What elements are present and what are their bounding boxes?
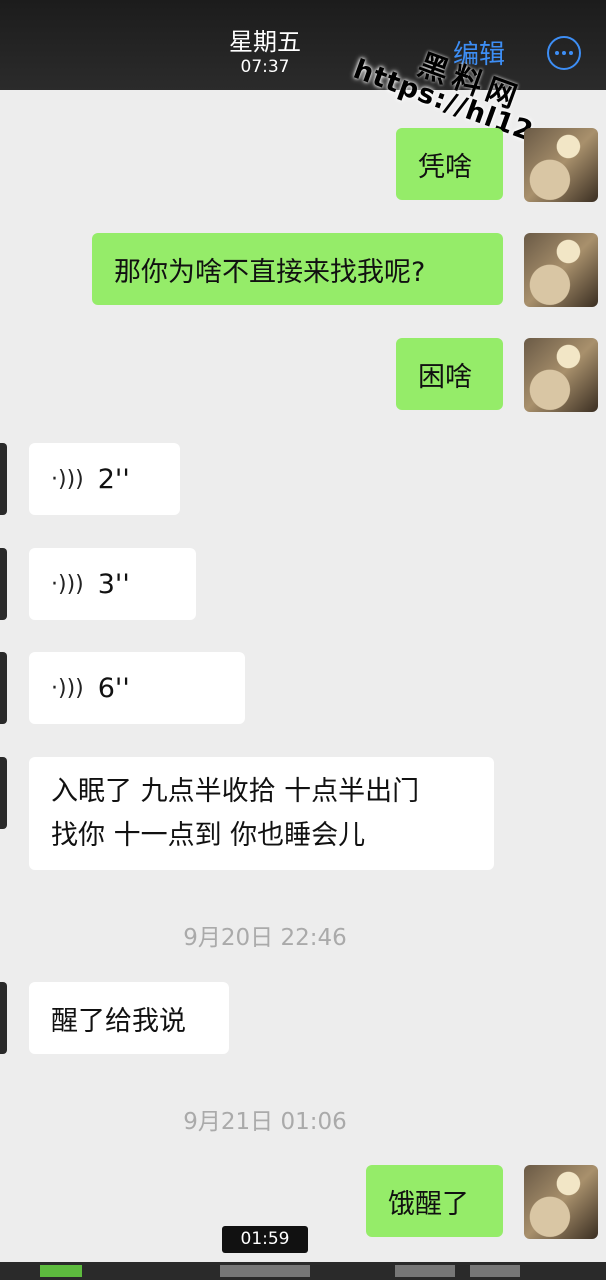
peer-avatar[interactable] bbox=[0, 652, 7, 724]
video-scrubber[interactable] bbox=[0, 1262, 606, 1280]
peer-avatar[interactable] bbox=[0, 443, 7, 515]
avatar[interactable] bbox=[524, 233, 598, 307]
message-text: 醒了给我说 bbox=[51, 1005, 186, 1037]
voice-duration: 6'' bbox=[97, 672, 130, 704]
voice-wave-icon: ·))) bbox=[51, 571, 84, 597]
message-text: 那你为啥不直接来找我呢? bbox=[114, 256, 426, 288]
outgoing-message[interactable]: 凭啥 bbox=[396, 128, 503, 200]
more-circle-icon[interactable] bbox=[547, 36, 581, 70]
timestamp-divider: 9月21日 01:06 bbox=[183, 1109, 347, 1135]
incoming-message[interactable]: 醒了给我说 bbox=[29, 982, 229, 1054]
message-text: 困啥 bbox=[418, 361, 472, 393]
outgoing-message[interactable]: 那你为啥不直接来找我呢? bbox=[92, 233, 503, 305]
peer-avatar[interactable] bbox=[0, 757, 7, 829]
voice-duration: 3'' bbox=[97, 568, 130, 600]
voice-message[interactable]: ·))) 6'' bbox=[29, 652, 245, 724]
video-timestamp: 01:59 bbox=[222, 1226, 308, 1253]
avatar[interactable] bbox=[524, 1165, 598, 1239]
voice-wave-icon: ·))) bbox=[51, 466, 84, 492]
message-line: 找你 十一点到 你也睡会儿 bbox=[51, 819, 366, 851]
avatar[interactable] bbox=[524, 128, 598, 202]
message-text: 饿醒了 bbox=[388, 1188, 469, 1220]
avatar[interactable] bbox=[524, 338, 598, 412]
incoming-message[interactable]: 入眠了 九点半收拾 十点半出门 找你 十一点到 你也睡会儿 bbox=[29, 757, 494, 870]
message-text: 凭啥 bbox=[418, 151, 472, 183]
peer-avatar[interactable] bbox=[0, 548, 7, 620]
voice-duration: 2'' bbox=[97, 463, 130, 495]
voice-wave-icon: ·))) bbox=[51, 675, 84, 701]
voice-message[interactable]: ·))) 3'' bbox=[29, 548, 196, 620]
peer-avatar[interactable] bbox=[0, 982, 7, 1054]
outgoing-message[interactable]: 饿醒了 bbox=[366, 1165, 503, 1237]
voice-message[interactable]: ·))) 2'' bbox=[29, 443, 180, 515]
outgoing-message[interactable]: 困啥 bbox=[396, 338, 503, 410]
message-line: 入眠了 九点半收拾 十点半出门 bbox=[51, 775, 420, 807]
timestamp-divider: 9月20日 22:46 bbox=[183, 925, 347, 951]
